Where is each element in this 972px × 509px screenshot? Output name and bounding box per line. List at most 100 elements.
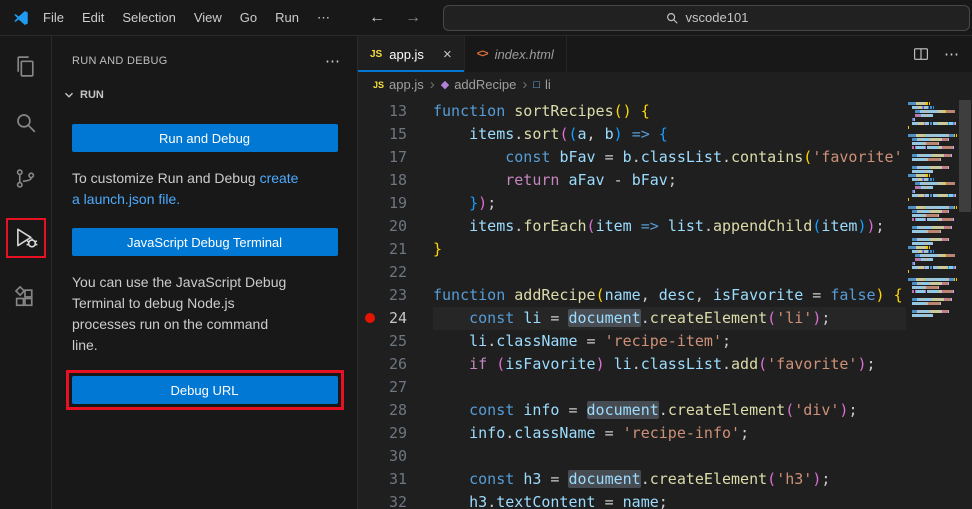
line-number-27[interactable]: 27 (358, 376, 424, 399)
activity-run-debug-icon[interactable] (6, 218, 46, 258)
minimap-segment (908, 246, 916, 249)
line-number-18[interactable]: 18 (358, 169, 424, 192)
code-line-30[interactable] (433, 445, 906, 468)
code-line-21[interactable]: } (433, 238, 906, 261)
minimap-line (906, 162, 958, 165)
code-token: appendChild (713, 217, 812, 235)
code-line-22[interactable] (433, 261, 906, 284)
code-line-24[interactable]: const li = document.createElement('li'); (433, 307, 906, 330)
menu-item-run[interactable]: Run (266, 6, 308, 29)
line-number-26[interactable]: 26 (358, 353, 424, 376)
code-line-25[interactable]: li.className = 'recipe-item'; (433, 330, 906, 353)
code-token: 'li' (776, 309, 812, 327)
menu-item-edit[interactable]: Edit (73, 6, 113, 29)
code-token (659, 217, 668, 235)
chevron-right-icon: › (430, 76, 435, 93)
menu-item-selection[interactable]: Selection (113, 6, 184, 29)
line-number-23[interactable]: 23 (358, 284, 424, 307)
code-line-29[interactable]: info.className = 'recipe-info'; (433, 422, 906, 445)
line-number-text: 22 (389, 261, 407, 284)
minimap-segment (951, 298, 952, 301)
tab-index.html[interactable]: <>index.html (465, 36, 567, 72)
code-token: . (632, 355, 641, 373)
menu-item-view[interactable]: View (185, 6, 231, 29)
code-line-23[interactable]: function addRecipe(name, desc, isFavorit… (433, 284, 906, 307)
back-arrow-icon[interactable]: ← (369, 9, 385, 27)
line-number-text: 31 (389, 468, 407, 491)
minimap-segment (932, 186, 933, 189)
code-line-26[interactable]: if (isFavorite) li.classList.add('favori… (433, 353, 906, 376)
code-token: } (469, 194, 478, 212)
debug-url-button[interactable]: Debug URL (72, 376, 338, 404)
line-number-28[interactable]: 28 (358, 399, 424, 422)
code-line-19[interactable]: }); (433, 192, 906, 215)
code-line-27[interactable] (433, 376, 906, 399)
line-number-29[interactable]: 29 (358, 422, 424, 445)
line-number-19[interactable]: 19 (358, 192, 424, 215)
sidebar-more-actions-icon[interactable]: ⋯ (325, 52, 341, 70)
activity-search-icon[interactable] (10, 106, 42, 138)
minimap-segment (932, 242, 933, 245)
search-box[interactable]: vscode101 (443, 5, 970, 31)
code-token: . (641, 309, 650, 327)
tab-label: app.js (389, 47, 424, 62)
split-editor-icon[interactable] (912, 45, 930, 63)
activity-extensions-icon[interactable] (10, 282, 42, 314)
code-line-32[interactable]: h3.textContent = name; (433, 491, 906, 509)
line-number-24[interactable]: 24 (358, 307, 424, 330)
minimap-line (906, 222, 958, 225)
line-number-32[interactable]: 32 (358, 491, 424, 509)
code-lines[interactable]: function sortRecipes() { items.sort((a, … (424, 100, 906, 509)
line-number-30[interactable]: 30 (358, 445, 424, 468)
minimap-line (906, 242, 958, 245)
editor-more-actions-icon[interactable]: ⋯ (944, 45, 960, 63)
menu-item-more[interactable]: ⋯ (308, 6, 339, 30)
code-editor[interactable]: 131517181920212223242526272829303132 fun… (358, 97, 972, 509)
minimap-line (906, 258, 958, 261)
breadcrumb-item-addRecipe[interactable]: ◆addRecipe (441, 77, 517, 92)
line-number-21[interactable]: 21 (358, 238, 424, 261)
menu-item-go[interactable]: Go (231, 6, 266, 29)
code-line-31[interactable]: const h3 = document.createElement('h3'); (433, 468, 906, 491)
code-line-13[interactable]: function sortRecipes() { (433, 100, 906, 123)
line-number-13[interactable]: 13 (358, 100, 424, 123)
breakpoint-icon[interactable] (365, 313, 375, 323)
line-number-15[interactable]: 15 (358, 123, 424, 146)
code-token: h3 (523, 470, 541, 488)
minimap-segment (922, 138, 929, 141)
line-number-31[interactable]: 31 (358, 468, 424, 491)
minimap-segment (946, 254, 955, 257)
code-line-17[interactable]: const bFav = b.classList.contains('favor… (433, 146, 906, 169)
minimap-segment (924, 154, 931, 157)
minimap-line (906, 278, 958, 281)
line-number-20[interactable]: 20 (358, 215, 424, 238)
minimap-segment (922, 238, 929, 241)
minimap[interactable] (906, 100, 958, 509)
minimap-segment (940, 302, 941, 305)
run-section-header[interactable]: RUN (52, 70, 357, 102)
code-line-18[interactable]: return aFav - bFav; (433, 169, 906, 192)
minimap-line (906, 262, 958, 265)
menu-item-file[interactable]: File (34, 6, 73, 29)
editor-scrollbar[interactable] (958, 100, 972, 509)
code-token (650, 125, 659, 143)
close-icon[interactable]: × (443, 46, 452, 63)
tab-app.js[interactable]: JSapp.js× (358, 36, 465, 72)
line-number-22[interactable]: 22 (358, 261, 424, 284)
breadcrumb-item-li[interactable]: □li (533, 77, 550, 92)
code-line-20[interactable]: items.forEach(item => list.appendChild(i… (433, 215, 906, 238)
run-and-debug-button[interactable]: Run and Debug (72, 124, 338, 152)
activity-source-control-icon[interactable] (10, 162, 42, 194)
activity-explorer-icon[interactable] (10, 50, 42, 82)
code-token (433, 194, 469, 212)
code-token (605, 355, 614, 373)
breadcrumb: JSapp.js›◆addRecipe›□li (358, 72, 972, 97)
breadcrumb-item-app.js[interactable]: JSapp.js (373, 77, 424, 92)
line-number-17[interactable]: 17 (358, 146, 424, 169)
scrollbar-thumb[interactable] (959, 100, 971, 212)
forward-arrow-icon[interactable]: → (405, 9, 421, 27)
code-line-28[interactable]: const info = document.createElement('div… (433, 399, 906, 422)
line-number-25[interactable]: 25 (358, 330, 424, 353)
code-line-15[interactable]: items.sort((a, b) => { (433, 123, 906, 146)
js-debug-terminal-button[interactable]: JavaScript Debug Terminal (72, 228, 338, 256)
